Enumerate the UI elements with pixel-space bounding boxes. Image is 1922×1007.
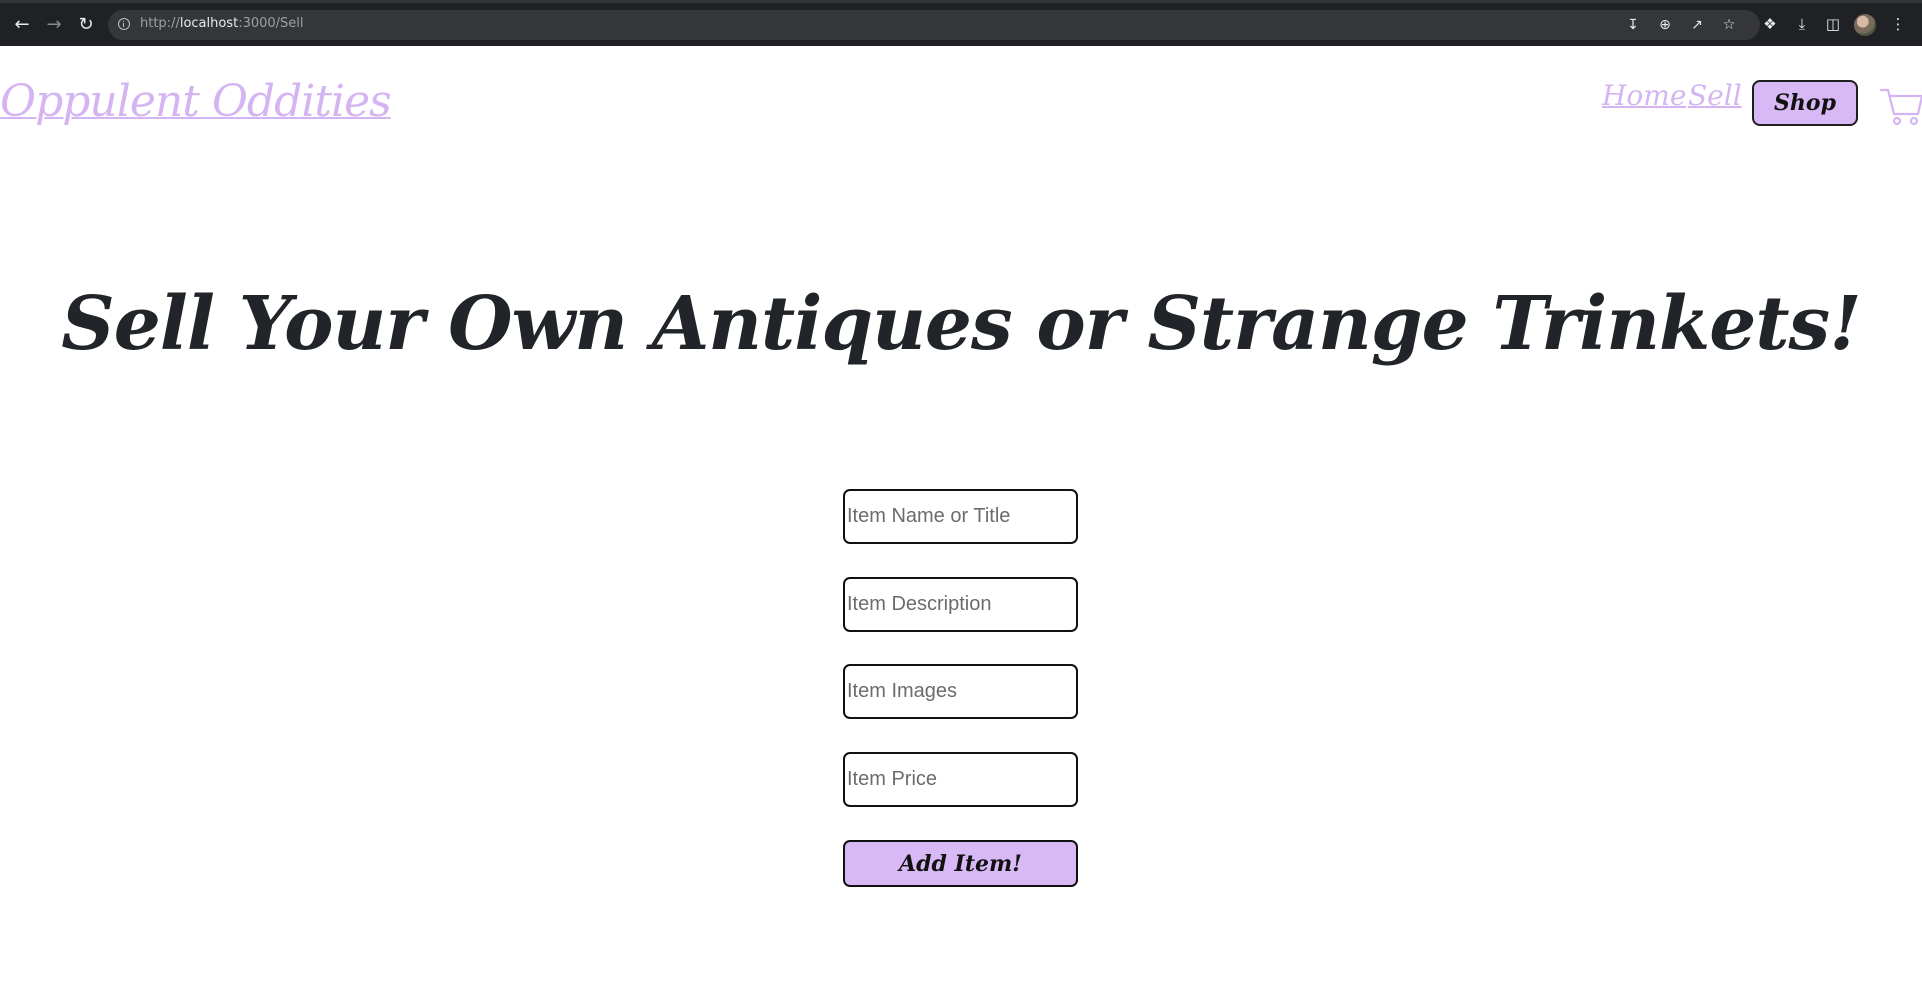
url-text[interactable]: http://localhost:3000/Sell	[140, 16, 304, 31]
install-app-icon[interactable]: ↧	[1624, 16, 1642, 34]
page-title: Sell Your Own Antiques or Strange Trinke…	[61, 281, 1861, 367]
download-icon[interactable]: ⤓	[1792, 14, 1812, 34]
share-icon[interactable]: ↗	[1688, 16, 1706, 34]
cart-icon[interactable]	[1880, 86, 1922, 126]
nav-link-home[interactable]: Home	[1602, 79, 1686, 112]
shop-button[interactable]: Shop	[1752, 80, 1858, 126]
address-bar[interactable]: http://localhost:3000/Sell ↧ ⊕ ↗ ☆	[108, 10, 1760, 40]
nav-link-sell[interactable]: Sell	[1688, 79, 1742, 112]
item-images-input[interactable]	[843, 664, 1078, 719]
reload-icon[interactable]: ↻	[74, 12, 98, 36]
back-icon[interactable]: ←	[10, 12, 34, 36]
item-name-input[interactable]	[843, 489, 1078, 544]
brand-logo-link[interactable]: Oppulent Oddities	[0, 76, 392, 127]
page-content: Oppulent Oddities Home Sell Shop Sell Yo…	[0, 46, 1922, 1007]
browser-toolbar: ← → ↻ http://localhost:3000/Sell ↧ ⊕ ↗ ☆…	[0, 0, 1922, 46]
item-price-input[interactable]	[843, 752, 1078, 807]
info-icon[interactable]	[118, 18, 130, 30]
star-icon[interactable]: ☆	[1720, 16, 1738, 34]
kebab-menu-icon[interactable]: ⋮	[1888, 14, 1908, 34]
forward-icon[interactable]: →	[42, 12, 66, 36]
avatar[interactable]	[1854, 14, 1876, 36]
add-item-button[interactable]: Add Item!	[843, 840, 1078, 887]
item-description-input[interactable]	[843, 577, 1078, 632]
url-host: localhost	[179, 16, 239, 31]
zoom-icon[interactable]: ⊕	[1656, 16, 1674, 34]
puzzle-icon[interactable]: ❖	[1760, 14, 1780, 34]
side-panel-icon[interactable]: ◫	[1823, 14, 1843, 34]
url-path: :3000/Sell	[238, 16, 304, 31]
url-scheme: http://	[140, 16, 180, 31]
